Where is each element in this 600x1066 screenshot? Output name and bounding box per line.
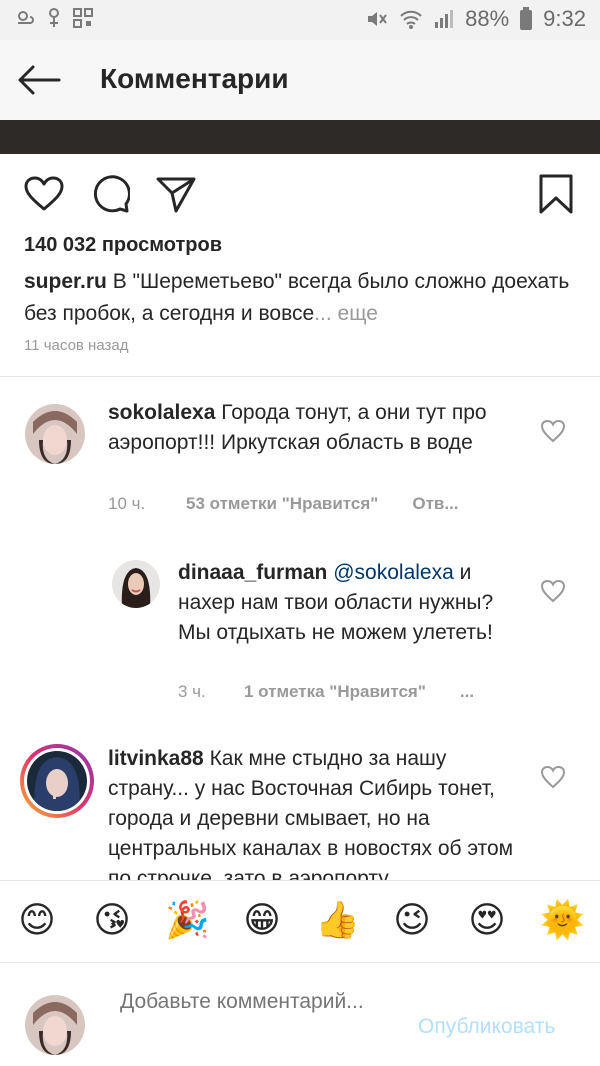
publish-button[interactable]: Опубликовать [418, 1015, 555, 1039]
emoji-wink-button[interactable]: 😉 [390, 899, 434, 943]
share-button[interactable] [154, 172, 198, 216]
weather-icon [18, 11, 34, 24]
comment-text: sokolalexa Города тонут, а они тут про а… [108, 398, 508, 458]
back-button[interactable] [14, 60, 64, 100]
post-caption: super.ru В "Шереметьево" всегда было сло… [24, 266, 574, 330]
comment-likes[interactable]: 53 отметки "Нравится" [186, 494, 378, 514]
comment-button[interactable] [88, 172, 132, 216]
comment-time: 10 ч. [108, 494, 146, 513]
comment-icon [93, 175, 130, 213]
status-bar: 88% 9:32 [0, 0, 600, 40]
emoji-heart-eyes-button[interactable]: 😍 [465, 899, 509, 943]
divider [0, 376, 600, 377]
post-timestamp: 11 часов назад [24, 337, 129, 354]
signal-icon [435, 10, 454, 28]
comment-input[interactable] [120, 987, 400, 1045]
app-bar: Комментарии [0, 40, 600, 120]
avatar[interactable] [25, 404, 85, 464]
emoji-party-button[interactable]: 🎉 [165, 899, 210, 943]
avatar-story-ring[interactable] [20, 744, 94, 818]
comment-meta: 10 ч. 53 отметки "Нравится" Отв... [108, 494, 459, 514]
send-icon [156, 177, 196, 213]
comment-likes[interactable]: 1 отметка "Нравится" [244, 682, 426, 702]
emoji-bar: 😊 😘 🎉 😁 👍 😉 😍 🌞 [0, 880, 600, 962]
battery-percent: 88% [465, 6, 510, 31]
comment-item: litvinka88 Как мне стыдно за нашу страну… [0, 744, 600, 880]
battery-icon [520, 7, 533, 30]
reply-button[interactable]: Отв... [412, 494, 458, 514]
comment-text: litvinka88 Как мне стыдно за нашу страну… [108, 744, 520, 880]
wifi-icon [400, 10, 422, 29]
tool-icon [49, 8, 59, 27]
status-left-icons [14, 7, 94, 29]
post-actions [0, 172, 600, 216]
comment-like-icon[interactable] [540, 418, 566, 444]
save-button[interactable] [534, 172, 578, 216]
emoji-smile-button[interactable]: 😊 [15, 899, 59, 943]
comment-text: dinaaa_furman @sokolalexa и нахер нам тв… [178, 558, 498, 648]
emoji-sun-button[interactable]: 🌞 [540, 899, 585, 943]
comment-more-button[interactable]: ... [460, 682, 474, 702]
caption-username[interactable]: super.ru [24, 270, 107, 293]
page-title: Комментарии [100, 63, 289, 94]
comment-username[interactable]: dinaaa_furman [178, 561, 327, 584]
comment-meta: 3 ч. 1 отметка "Нравится" ... [178, 682, 474, 702]
emoji-thumbs-up-button[interactable]: 👍 [315, 899, 360, 943]
comment-mention[interactable]: @sokolalexa [333, 561, 454, 584]
comment-username[interactable]: litvinka88 [108, 747, 204, 770]
comment-time: 3 ч. [178, 682, 206, 701]
comment-username[interactable]: sokolalexa [108, 401, 215, 424]
mute-icon [368, 12, 387, 26]
like-button[interactable] [22, 172, 66, 216]
status-right: 88% 9:32 [365, 6, 586, 32]
heart-icon [24, 176, 64, 211]
comment-like-icon[interactable] [540, 578, 566, 604]
post-media-preview[interactable] [0, 120, 600, 154]
emoji-kiss-button[interactable]: 😘 [90, 899, 134, 943]
comment-like-icon[interactable] [540, 764, 566, 790]
caption-more-link[interactable]: ... еще [314, 302, 378, 325]
bookmark-icon [539, 174, 573, 214]
qr-icon [73, 8, 93, 28]
view-count: 140 032 просмотров [24, 234, 222, 256]
avatar[interactable] [112, 560, 160, 608]
arrow-left-icon [18, 65, 61, 95]
comment-input-bar: Опубликовать [0, 962, 600, 1066]
clock: 9:32 [543, 6, 586, 31]
own-avatar [25, 995, 85, 1055]
emoji-grin-button[interactable]: 😁 [240, 899, 284, 943]
